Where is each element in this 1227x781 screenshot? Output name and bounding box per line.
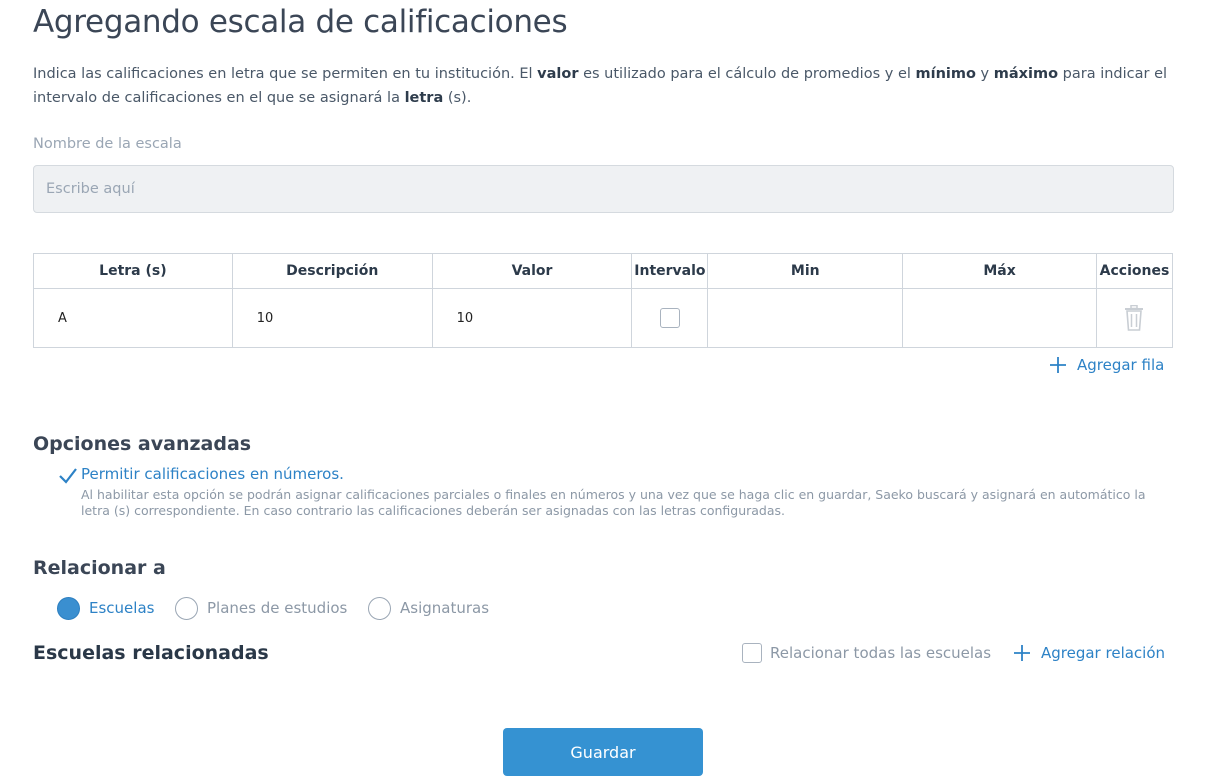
col-min-header: Min xyxy=(707,253,904,289)
cell-max[interactable] xyxy=(902,288,1097,348)
plus-icon xyxy=(1050,357,1066,373)
check-icon[interactable] xyxy=(58,466,78,486)
advanced-options-title: Opciones avanzadas xyxy=(33,433,252,455)
trash-icon[interactable] xyxy=(1123,304,1145,331)
radio-planes-label: Planes de estudios xyxy=(207,599,348,617)
intervalo-checkbox[interactable] xyxy=(659,308,680,328)
radio-asignaturas-label: Asignaturas xyxy=(400,599,490,617)
intro-text: Indica las calificaciones en letra que s… xyxy=(33,66,1168,106)
relate-to-title: Relacionar a xyxy=(33,557,166,579)
radio-planes[interactable]: Planes de estudios xyxy=(175,596,347,620)
cell-valor[interactable]: 10 xyxy=(431,288,633,348)
page-title: Agregando escala de calificaciones xyxy=(33,4,568,40)
cell-descripcion[interactable]: 10 xyxy=(231,288,433,348)
table-header-row: Letra (s) Descripción Valor Intervalo Mi… xyxy=(33,253,1174,289)
radio-selected-icon xyxy=(57,596,80,620)
add-relation-button[interactable]: Agregar relación xyxy=(1013,644,1165,662)
radio-unselected-icon xyxy=(175,596,198,620)
relate-all-label[interactable]: Relacionar todas las escuelas xyxy=(770,644,991,662)
radio-unselected-icon xyxy=(368,596,391,620)
table-row: A 10 10 xyxy=(33,288,1174,348)
add-row-button[interactable]: Agregar fila xyxy=(1049,356,1164,374)
radio-escuelas-label: Escuelas xyxy=(89,599,155,617)
cell-acciones xyxy=(1095,288,1174,348)
col-acciones-header: Acciones xyxy=(1095,253,1174,289)
numeric-grades-description: Al habilitar esta opción se podrán asign… xyxy=(81,487,1146,518)
col-letra-header: Letra (s) xyxy=(33,253,233,289)
scale-name-label: Nombre de la escala xyxy=(33,136,182,152)
numeric-grades-option[interactable]: Permitir calificaciones en números. xyxy=(81,465,344,483)
add-row-label: Agregar fila xyxy=(1077,356,1165,374)
grades-table: Letra (s) Descripción Valor Intervalo Mi… xyxy=(33,253,1174,348)
cell-intervalo xyxy=(631,288,709,348)
radio-escuelas[interactable]: Escuelas xyxy=(57,596,154,620)
cell-min[interactable] xyxy=(707,288,904,348)
add-relation-label: Agregar relación xyxy=(1041,644,1166,662)
scale-name-input[interactable] xyxy=(33,165,1174,213)
radio-asignaturas[interactable]: Asignaturas xyxy=(368,596,489,620)
plus-icon xyxy=(1014,645,1030,661)
cell-letra[interactable]: A xyxy=(33,288,233,348)
col-intervalo-header: Intervalo xyxy=(631,253,709,289)
related-schools-title: Escuelas relacionadas xyxy=(33,642,269,664)
save-button[interactable]: Guardar xyxy=(503,728,703,776)
relate-all-checkbox[interactable] xyxy=(742,643,762,663)
col-valor-header: Valor xyxy=(431,253,633,289)
col-max-header: Máx xyxy=(902,253,1097,289)
col-descripcion-header: Descripción xyxy=(231,253,433,289)
